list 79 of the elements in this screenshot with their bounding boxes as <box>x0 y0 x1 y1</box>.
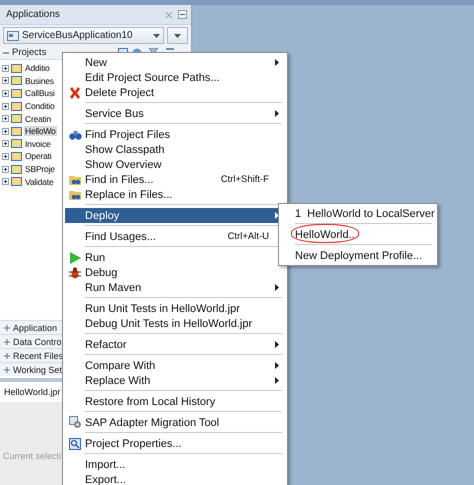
folder-icon <box>11 88 22 98</box>
folder-search-icon <box>68 174 82 186</box>
application-icon <box>7 30 19 40</box>
expand-icon[interactable] <box>2 90 9 97</box>
expand-icon[interactable] <box>2 178 9 186</box>
menu-item[interactable]: Restore from Local History <box>65 394 285 409</box>
application-dropdown[interactable]: ServiceBusApplication10 <box>3 27 164 44</box>
folder-search-icon <box>68 188 82 200</box>
panel-title: Applications <box>6 9 61 20</box>
menu-item[interactable]: Show Classpath <box>65 142 285 157</box>
folder-icon <box>11 126 22 136</box>
menu-item[interactable]: New <box>65 55 285 70</box>
folder-icon <box>11 139 22 148</box>
menu-item[interactable]: Run Maven <box>65 280 285 295</box>
menu-item[interactable]: Import... <box>65 457 285 472</box>
folder-icon <box>11 114 22 124</box>
accordion-label: Data Contro <box>13 336 62 346</box>
projects-label: Projects <box>12 47 46 58</box>
expand-icon[interactable] <box>2 166 9 173</box>
menu-item[interactable]: Debug <box>65 265 285 280</box>
project-item[interactable]: Conditio <box>24 101 56 112</box>
menu-item[interactable]: SAP Adapter Migration Tool <box>65 415 285 430</box>
menu-item[interactable]: Replace in Files... <box>65 187 285 202</box>
menu-item[interactable]: Run Unit Tests in HelloWorld.jpr <box>65 301 285 316</box>
delete-icon <box>69 86 81 98</box>
menu-item[interactable]: Export... <box>65 472 285 485</box>
accordion-label: Working Set <box>13 364 62 374</box>
project-item[interactable]: Additio <box>24 63 51 74</box>
menu-item[interactable]: Show Overview <box>65 157 285 172</box>
menu-item[interactable]: Edit Project Source Paths... <box>65 70 285 85</box>
project-item[interactable]: Operati <box>24 151 52 162</box>
dropdown-arrow-icon <box>153 34 160 38</box>
folder-icon <box>11 177 22 186</box>
menu-item[interactable]: Find Project Files <box>65 127 285 142</box>
structure-hint: Current selecti <box>3 451 62 461</box>
folder-icon <box>11 152 22 161</box>
expand-icon[interactable] <box>2 64 9 72</box>
menu-item[interactable]: Compare With <box>65 358 285 373</box>
expand-icon[interactable] <box>2 128 9 135</box>
expand-icon[interactable] <box>2 115 9 122</box>
structure-title: HelloWorld.jpr <box>4 387 60 397</box>
folder-icon <box>11 164 22 174</box>
project-item[interactable]: HelloWo <box>24 126 57 136</box>
menu-item[interactable]: Delete Project <box>65 85 285 100</box>
menu-item[interactable]: New Deployment Profile... <box>281 248 435 263</box>
expand-icon <box>4 366 10 372</box>
menu-item[interactable]: Replace With <box>65 373 285 388</box>
accordion-label: Application <box>13 322 58 332</box>
expand-icon[interactable] <box>2 152 9 160</box>
menu-item[interactable]: Service Bus <box>65 106 285 121</box>
project-item[interactable]: Validate <box>24 176 54 187</box>
folder-icon <box>11 76 22 86</box>
project-item[interactable]: SBProje <box>24 164 56 174</box>
bug-icon <box>69 266 81 278</box>
minimize-icon[interactable] <box>178 10 187 19</box>
project-item[interactable]: CallBusi <box>24 88 56 98</box>
application-menu-button[interactable] <box>167 27 188 44</box>
collapse-icon[interactable] <box>3 50 9 56</box>
folder-icon <box>11 102 22 111</box>
menu-item[interactable]: Refactor <box>65 337 285 352</box>
properties-icon <box>69 438 81 450</box>
binoculars-icon <box>68 130 82 140</box>
menu-item[interactable]: Debug Unit Tests in HelloWorld.jpr <box>65 316 285 331</box>
run-icon <box>69 252 81 264</box>
expand-icon[interactable] <box>2 102 9 110</box>
expand-icon[interactable] <box>2 140 9 148</box>
dropdown-arrow-icon <box>174 34 181 38</box>
accordion-label: Recent Files <box>13 350 64 360</box>
project-item[interactable]: Invoice <box>24 138 52 149</box>
expand-icon <box>4 352 10 358</box>
project-item[interactable]: Busines <box>24 76 55 86</box>
menu-item[interactable]: Find in Files... Ctrl+Shift-F <box>65 172 285 187</box>
folder-icon <box>11 64 22 73</box>
expand-icon[interactable] <box>2 77 9 84</box>
expand-icon <box>4 338 10 344</box>
project-item[interactable]: Creatin <box>24 114 52 124</box>
menu-item[interactable]: HelloWorld... <box>281 227 435 242</box>
expand-icon <box>4 324 10 330</box>
menu-item[interactable]: Project Properties... <box>65 436 285 451</box>
